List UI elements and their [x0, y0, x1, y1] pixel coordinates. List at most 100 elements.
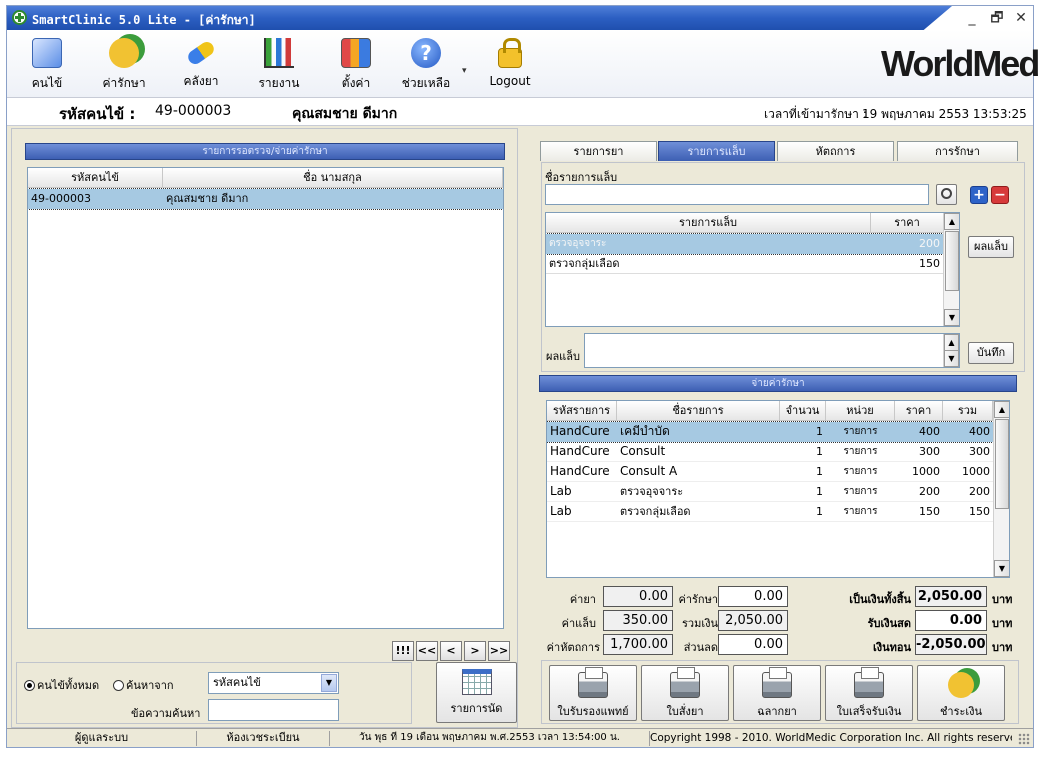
scroll-up-icon[interactable]: ▲ [944, 334, 959, 351]
toolbar-settings-button[interactable]: ตั้งค่า [321, 36, 391, 94]
scroll-thumb[interactable] [995, 419, 1009, 509]
table-row[interactable]: ตรวจอุจจาระ 200 [546, 233, 944, 255]
visit-time-label: เวลาที่เข้ามารักษา : [764, 107, 867, 121]
queue-table: รหัสคนไข้ ชื่อ นามสกุล 49-000003 คุณสมชา… [27, 167, 504, 629]
medical-certificate-button[interactable]: ใบรับรองแพทย์ [549, 665, 637, 721]
column-header[interactable]: ชื่อรายการ [617, 401, 780, 421]
table-row[interactable]: HandCure Consult A 1 รายการ 1000 1000 [547, 462, 993, 482]
keyword-input[interactable] [208, 699, 339, 721]
scroll-down-icon[interactable]: ▼ [994, 560, 1009, 577]
status-user: ผู้ดูแลระบบ [7, 731, 197, 746]
patient-id-cell: 49-000003 [31, 192, 91, 205]
appointments-button[interactable]: รายการนัด [436, 662, 517, 723]
table-row[interactable]: HandCure เคมีบำบัด 1 รายการ 400 400 [547, 421, 994, 443]
printer-icon [670, 667, 700, 698]
drug-label-button[interactable]: ฉลากยา [733, 665, 821, 721]
search-field-select[interactable]: รหัสคนไข้ ▼ [208, 672, 339, 694]
remove-lab-button[interactable]: − [991, 186, 1009, 204]
table-row[interactable]: Lab ตรวจอุจจาระ 1 รายการ 200 200 [547, 482, 993, 502]
toolbar-patients-button[interactable]: คนไข้ [12, 36, 82, 94]
nav-first-button[interactable]: << [416, 641, 438, 661]
column-header[interactable]: รหัสคนไข้ [28, 168, 163, 188]
pay-button[interactable]: ชำระเงิน [917, 665, 1005, 721]
nav-all-button[interactable]: !!! [392, 641, 414, 661]
toolbar-pharmacy-button[interactable]: คลังยา [166, 36, 236, 94]
table-row[interactable]: ตรวจกลุ่มเลือด 150 [546, 254, 943, 274]
cash-received-input[interactable]: 0.00 [915, 610, 987, 631]
column-header[interactable]: รหัสรายการ [547, 401, 617, 421]
lab-result-scrollbar[interactable]: ▲ ▼ [943, 334, 959, 367]
cash-received-label: รับเงินสด [867, 617, 911, 630]
treatment-cost-input[interactable]: 0.00 [718, 586, 788, 607]
lab-table: รายการแล็บ ราคา ตรวจอุจจาระ 200 ตรวจกลุ่… [545, 212, 960, 327]
scroll-up-icon[interactable]: ▲ [944, 213, 959, 230]
help-dropdown-icon[interactable]: ▾ [462, 66, 467, 76]
lab-name-cell: ตรวจอุจจาระ [549, 238, 607, 249]
restore-button[interactable]: 🗗 [987, 9, 1007, 27]
column-header[interactable]: ชื่อ นามสกุล [163, 168, 503, 188]
column-header[interactable]: ราคา [871, 213, 944, 233]
help-icon: ? [411, 38, 441, 68]
toolbar-reports-button[interactable]: รายงาน [244, 36, 314, 94]
resize-grip-icon[interactable] [1018, 733, 1030, 745]
table-row[interactable]: Lab ตรวจกลุ่มเลือด 1 รายการ 150 150 [547, 502, 993, 522]
scroll-down-icon[interactable]: ▼ [944, 350, 959, 367]
status-copyright: Copyright 1998 - 2010. WorldMedic Corpor… [650, 732, 1012, 744]
toolbar-logout-button[interactable]: Logout [475, 36, 545, 94]
lab-table-scrollbar[interactable]: ▲ ▼ [943, 213, 959, 326]
column-header[interactable]: ราคา [895, 401, 943, 421]
toolbar-label: ค่ารักษา [102, 76, 146, 90]
column-header[interactable]: รายการแล็บ [546, 213, 871, 233]
table-row[interactable]: 49-000003 คุณสมชาย ดีมาก [28, 188, 503, 210]
patient-id-label: รหัสคนไข้ : [59, 105, 136, 123]
discount-input[interactable]: 0.00 [718, 634, 788, 655]
tab-drugs[interactable]: รายการยา [540, 141, 657, 161]
radio-search-from[interactable]: ค้นหาจาก [113, 676, 174, 694]
scroll-up-icon[interactable]: ▲ [994, 401, 1009, 418]
payment-table-scrollbar[interactable]: ▲ ▼ [993, 401, 1009, 577]
column-header[interactable]: หน่วย [826, 401, 895, 421]
column-header[interactable]: รวม [943, 401, 993, 421]
lab-name-cell: ตรวจกลุ่มเลือด [549, 257, 620, 270]
prescription-button[interactable]: ใบสั่งยา [641, 665, 729, 721]
toolbar-billing-button[interactable]: ค่ารักษา [89, 36, 159, 94]
patient-id-value: 49-000003 [155, 103, 232, 119]
tab-labs[interactable]: รายการแล็บ [658, 141, 775, 161]
toolbar-label: รายงาน [258, 76, 300, 90]
tab-treatment[interactable]: การรักษา [897, 141, 1018, 161]
pill-icon [185, 39, 217, 67]
tools-icon [341, 38, 371, 68]
title-bar: SmartClinic 5.0 Lite - [ค่ารักษา] _ 🗗 ✕ [7, 6, 1033, 30]
nav-next-button[interactable]: > [464, 641, 486, 661]
radio-all-patients[interactable]: คนไข้ทั้งหมด [24, 676, 99, 694]
lab-result-button[interactable]: ผลแล็บ [968, 236, 1014, 258]
lab-name-input[interactable] [545, 184, 929, 205]
radio-dot [113, 680, 124, 691]
lab-save-button[interactable]: บันทึก [968, 342, 1014, 364]
scroll-thumb[interactable] [945, 231, 959, 291]
chevron-down-icon[interactable]: ▼ [321, 674, 337, 692]
minimize-button[interactable]: _ [962, 9, 982, 27]
keyword-label: ข้อความค้นหา [131, 707, 201, 720]
lab-result-input[interactable] [584, 333, 960, 368]
procedure-cost-label: ค่าหัตถการ [546, 641, 600, 654]
close-button[interactable]: ✕ [1011, 9, 1031, 27]
grand-total-label: เป็นเงินทั้งสิ้น [849, 593, 911, 606]
add-lab-button[interactable]: + [970, 186, 988, 204]
column-header[interactable]: จำนวน [780, 401, 826, 421]
change-label: เงินทอน [872, 641, 911, 654]
money-icon [948, 672, 974, 698]
tab-procedures[interactable]: หัตถการ [777, 141, 894, 161]
lab-search-button[interactable] [936, 184, 957, 205]
receipt-button[interactable]: ใบเสร็จรับเงิน [825, 665, 913, 721]
chart-icon [264, 38, 294, 68]
toolbar-label: ช่วยเหลือ [401, 76, 451, 90]
toolbar-help-button[interactable]: ? ช่วยเหลือ [391, 36, 461, 94]
scroll-down-icon[interactable]: ▼ [944, 309, 959, 326]
nav-last-button[interactable]: >> [488, 641, 510, 661]
nav-prev-button[interactable]: < [440, 641, 462, 661]
queue-header: รายการรอตรวจ/จ่ายค่ารักษา [25, 143, 505, 160]
status-bar: ผู้ดูแลระบบ ห้องเวชระเบียน วัน พุธ ที่ 1… [7, 728, 1033, 747]
table-row[interactable]: HandCure Consult 1 รายการ 300 300 [547, 442, 993, 462]
radio-dot [24, 680, 35, 691]
